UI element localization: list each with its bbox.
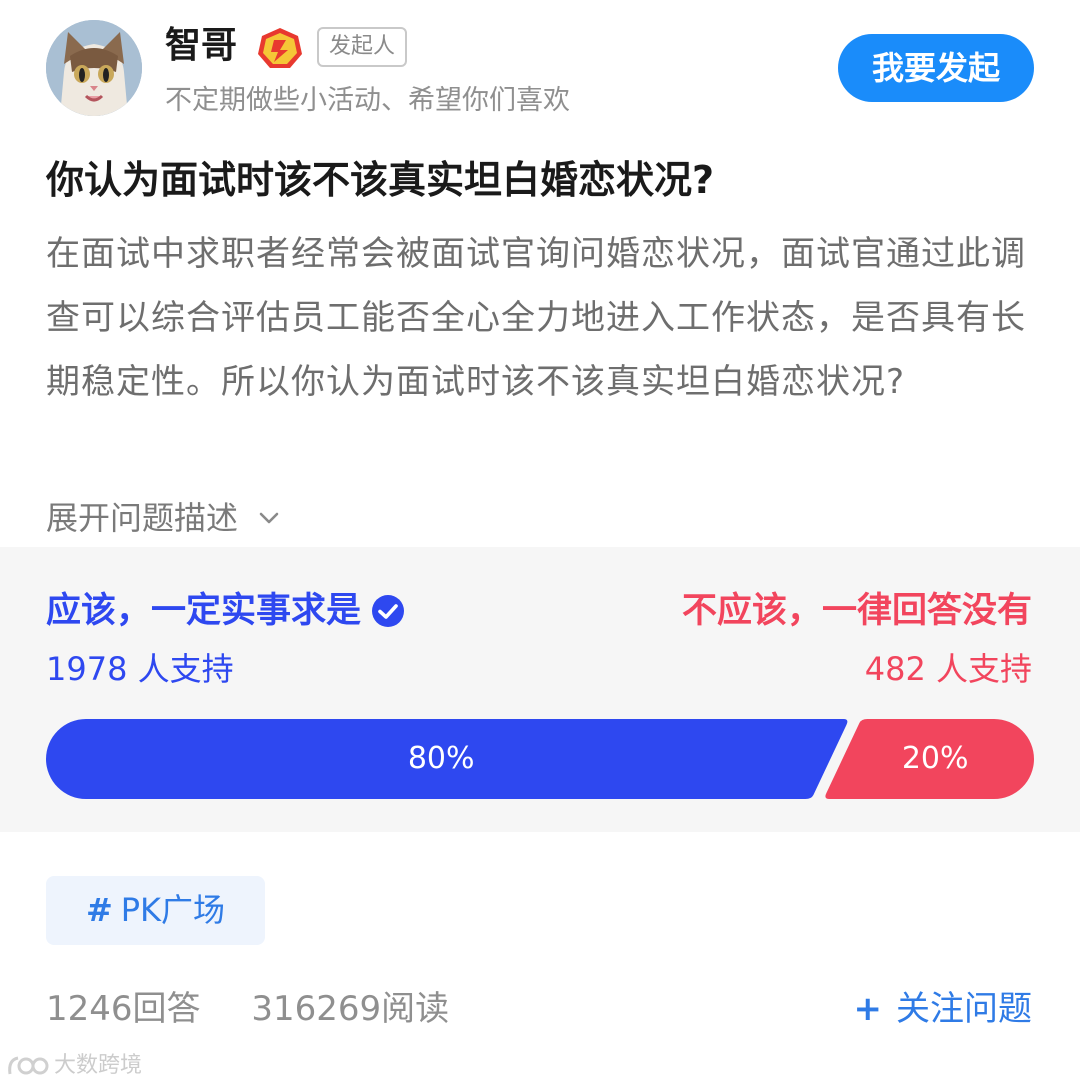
question-title[interactable]: 你认为面试时该不该真实坦白婚恋状况? (46, 150, 1046, 210)
side-a-count: 1978 人支持 (46, 650, 234, 688)
pk-progress-bar: 80% 20% (46, 719, 1034, 799)
follow-question-button[interactable]: + 关注问题 (854, 985, 1033, 1033)
pk-vote-panel: 应该，一定实事求是 不应该，一律回答没有 1978 人支持 482 人支持 80… (0, 547, 1080, 832)
launch-button[interactable]: 我要发起 (838, 34, 1034, 102)
side-b-count: 482 人支持 (864, 650, 1032, 688)
expand-description-button[interactable]: 展开问题描述 (46, 492, 282, 544)
expand-label: 展开问题描述 (46, 499, 239, 537)
question-stats: 1246回答 316269阅读 (46, 985, 449, 1033)
question-header: 智哥 发起人 不定期做些小活动、希望你们喜欢 我要发起 (0, 0, 1080, 140)
side-b-percent: 20% (901, 741, 969, 776)
role-tag: 发起人 (317, 27, 408, 67)
watermark-logo-icon (8, 1056, 49, 1075)
author-name[interactable]: 智哥 (165, 24, 237, 68)
creator-badge-icon (256, 26, 304, 72)
watermark: 大数跨境 (6, 1050, 142, 1082)
topic-label: PK广场 (120, 891, 226, 929)
cat-avatar-icon (46, 20, 142, 116)
author-avatar[interactable] (46, 20, 142, 116)
side-a-label: 应该，一定实事求是 (46, 591, 362, 631)
side-a-percent: 80% (407, 741, 475, 776)
watermark-text: 大数跨境 (54, 1053, 143, 1078)
answer-count: 1246回答 (46, 989, 201, 1029)
chevron-down-icon (259, 512, 279, 524)
side-a-option[interactable]: 应该，一定实事求是 (46, 587, 405, 635)
hashtag-icon: # (85, 891, 113, 929)
author-description: 不定期做些小活动、希望你们喜欢 (165, 85, 570, 116)
check-circle-icon (372, 595, 405, 627)
read-count: 316269阅读 (251, 989, 450, 1029)
side-b-option[interactable]: 不应该，一律回答没有 (682, 587, 1032, 635)
follow-label: 关注问题 (896, 989, 1032, 1029)
question-description: 在面试中求职者经常会被面试官询问婚恋状况，面试官通过此调查可以综合评估员工能否全… (46, 234, 1026, 402)
topic-tag[interactable]: # PK广场 (46, 876, 265, 945)
plus-icon: + (853, 989, 883, 1029)
